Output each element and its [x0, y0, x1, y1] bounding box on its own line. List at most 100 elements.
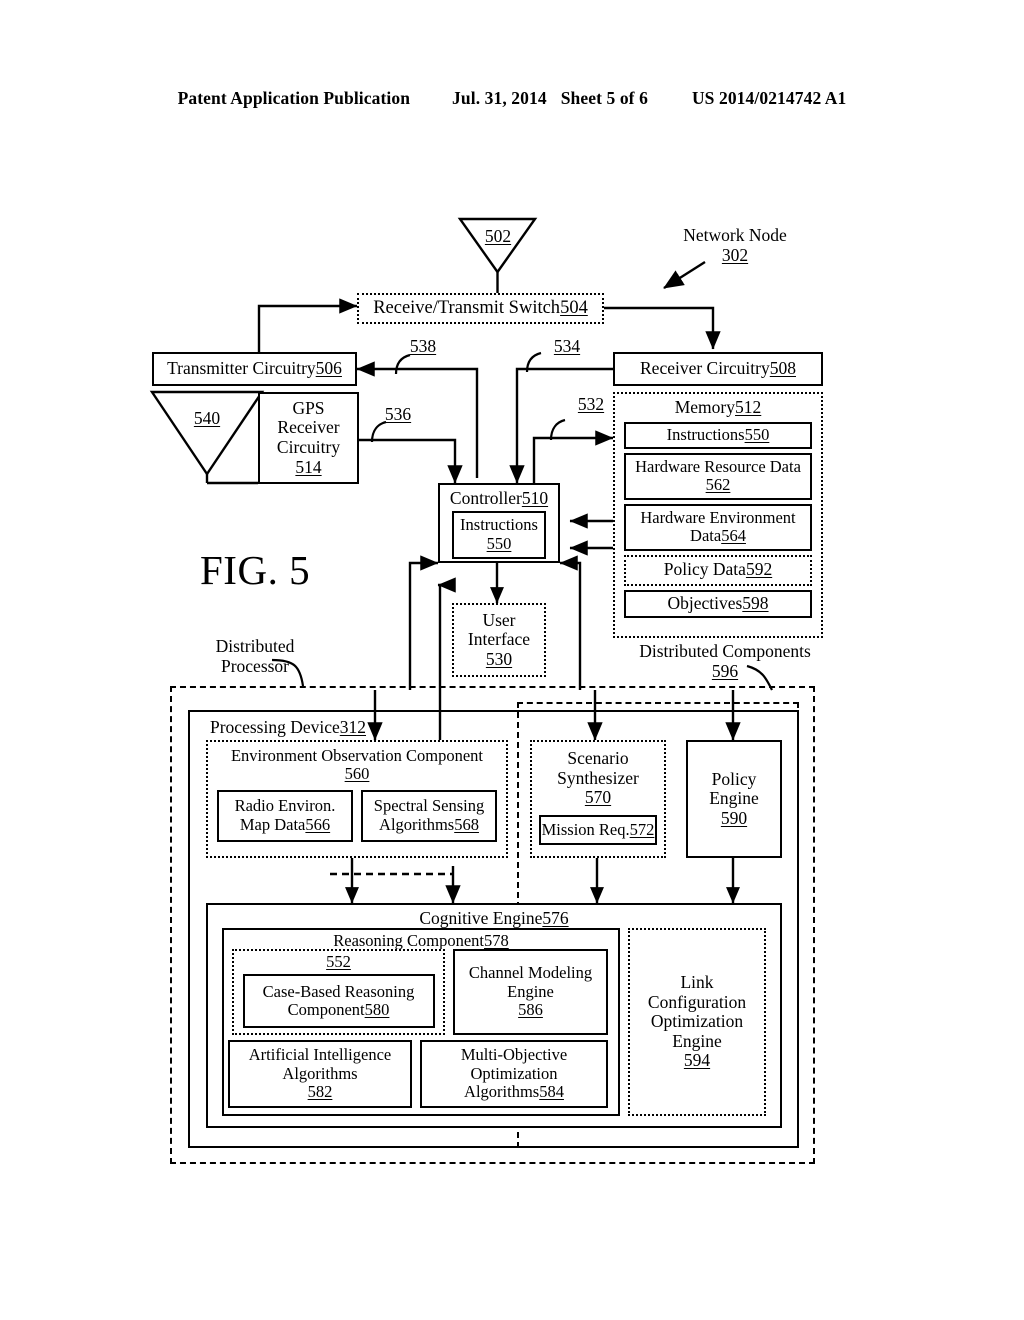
- radio-env-ref: 566: [305, 814, 331, 834]
- ai-ref: 582: [307, 1082, 333, 1102]
- memory-item-hardware-environment-data: Hardware Environment Data 564: [624, 503, 812, 551]
- channel-modeling-line1: Channel Modeling: [468, 963, 593, 983]
- receiver-label: Receiver Circuitry: [640, 358, 770, 379]
- memory-item-objectives-label: Objectives: [667, 592, 743, 613]
- connector-534-ref: 534: [553, 336, 581, 356]
- transmitter-ref: 506: [315, 358, 342, 379]
- eoc-title: Environment Observation Component: [230, 746, 484, 765]
- moo-label3: Algorithms: [464, 1082, 540, 1102]
- gps-line2: Receiver: [277, 417, 340, 438]
- processing-device-label: Processing Device: [210, 717, 340, 737]
- controller-instructions-block: Instructions 550: [452, 510, 546, 559]
- connector-532-ref: 532: [577, 394, 605, 414]
- transmitter-circuitry-block: Transmitter Circuitry 506: [152, 352, 357, 386]
- link-config-ref: 594: [683, 1050, 711, 1071]
- link-config-line4: Engine: [672, 1030, 722, 1051]
- controller-block: Controller 510 Instructions 550: [438, 483, 560, 563]
- reasoning-group-552-block: 552 Case-Based Reasoning Component 580: [232, 949, 445, 1035]
- ui-ref: 530: [485, 648, 513, 669]
- scenario-line1: Scenario: [567, 748, 629, 768]
- memory-title: Memory 512: [674, 397, 762, 418]
- channel-modeling-line2: Engine: [507, 981, 554, 1001]
- antenna-502-ref: 502: [484, 226, 512, 246]
- link-config-line2: Configuration: [647, 991, 747, 1012]
- case-based-line2: Component 580: [287, 1000, 390, 1020]
- scenario-line2: Synthesizer: [557, 767, 639, 788]
- network-node-callout: Network Node 302: [640, 225, 830, 265]
- artificial-intelligence-algorithms-block: Artificial Intelligence Algorithms 582: [228, 1040, 412, 1108]
- processing-device-title: Processing Device 312: [210, 717, 367, 738]
- channel-modeling-ref: 586: [518, 1000, 543, 1020]
- processing-device-ref: 312: [339, 717, 367, 737]
- moo-ref: 584: [539, 1082, 564, 1102]
- switch-label: Receive/Transmit Switch: [373, 298, 561, 319]
- spectral-line1: Spectral Sensing: [373, 796, 485, 816]
- receiver-ref: 508: [769, 358, 796, 379]
- memory-title-ref: 512: [735, 397, 762, 417]
- cognitive-engine-ref: 576: [542, 908, 569, 928]
- memory-item-objectives-ref: 598: [742, 592, 769, 613]
- switch-ref: 504: [560, 298, 588, 319]
- controller-ref: 510: [521, 488, 549, 508]
- policy-engine-ref: 590: [720, 807, 748, 828]
- memory-item-objectives: Objectives 598: [624, 589, 812, 618]
- link-config-line3: Optimization: [650, 1011, 744, 1032]
- connector-536-ref: 536: [384, 404, 412, 424]
- moo-line3: Algorithms 584: [464, 1082, 564, 1102]
- cognitive-engine-title: Cognitive Engine 576: [419, 908, 569, 929]
- memory-item-hed-label2: Data: [690, 526, 722, 546]
- environment-observation-component-block: Environment Observation Component 560 Ra…: [206, 740, 508, 858]
- distributed-processor-line1: Distributed: [215, 636, 295, 656]
- gps-line3: Circuitry: [276, 437, 341, 457]
- eoc-ref: 560: [344, 764, 370, 784]
- radio-env-line2: Map Data 566: [239, 814, 331, 834]
- distributed-components-label: Distributed Components: [639, 641, 811, 661]
- ai-line2: Algorithms: [282, 1063, 358, 1083]
- scenario-ref: 570: [584, 787, 612, 808]
- scenario-synthesizer-block: Scenario Synthesizer 570 Mission Req. 57…: [530, 740, 666, 858]
- receive-transmit-switch-block: Receive/Transmit Switch 504: [357, 293, 604, 324]
- spectral-sensing-algorithms-block: Spectral Sensing Algorithms 568: [361, 789, 497, 842]
- mission-req-block: Mission Req. 572: [539, 814, 657, 845]
- moo-line2: Optimization: [470, 1063, 558, 1083]
- memory-item-policy-ref: 592: [745, 559, 773, 580]
- memory-title-label: Memory: [674, 397, 736, 417]
- distributed-processor-callout: Distributed Processor: [190, 636, 320, 676]
- gps-ref: 514: [295, 456, 322, 477]
- spectral-label2: Algorithms: [379, 814, 455, 834]
- link-configuration-optimization-engine-block: Link Configuration Optimization Engine 5…: [628, 928, 766, 1116]
- transmitter-label: Transmitter Circuitry: [167, 358, 316, 379]
- mission-req-ref: 572: [629, 819, 655, 839]
- memory-item-instructions: Instructions 550: [624, 421, 812, 449]
- radio-env-line1: Radio Environ.: [234, 796, 336, 816]
- memory-item-hardware-resource-data: Hardware Resource Data 562: [624, 452, 812, 500]
- controller-label: Controller: [449, 488, 522, 508]
- policy-engine-block: Policy Engine 590: [686, 740, 782, 858]
- case-based-line1: Case-Based Reasoning: [262, 982, 415, 1001]
- ui-line1: User: [482, 609, 516, 630]
- distributed-processor-line2: Processor: [220, 656, 290, 677]
- radio-env-label2: Map Data: [239, 814, 306, 834]
- memory-item-policy-data: Policy Data 592: [624, 554, 812, 586]
- memory-item-policy-label: Policy Data: [663, 559, 746, 580]
- memory-item-hrd-ref: 562: [705, 475, 731, 495]
- spectral-line2: Algorithms 568: [379, 814, 479, 834]
- case-based-label2: Component: [287, 1000, 365, 1020]
- receiver-circuitry-block: Receiver Circuitry 508: [613, 352, 823, 386]
- eoc-children: Radio Environ. Map Data 566 Spectral Sen…: [217, 789, 497, 842]
- reasoning-component-ref: 578: [484, 931, 509, 950]
- user-interface-block: User Interface 530: [452, 603, 546, 677]
- controller-instructions-ref: 550: [486, 533, 512, 553]
- memory-item-hed-line1: Hardware Environment: [640, 507, 796, 527]
- antenna-540-ref: 540: [193, 408, 221, 428]
- memory-item-hed-ref: 564: [721, 526, 746, 546]
- cognitive-engine-label: Cognitive Engine: [419, 908, 543, 928]
- radio-environ-map-data-block: Radio Environ. Map Data 566: [217, 789, 353, 842]
- controller-instructions-label: Instructions: [460, 515, 538, 535]
- distributed-components-callout: Distributed Components 596: [617, 641, 833, 681]
- reasoning-component-title: Reasoning Component 578: [333, 931, 509, 950]
- controller-title: Controller 510: [449, 488, 549, 509]
- gps-line1: GPS: [292, 397, 325, 418]
- memory-item-hed-line2: Data 564: [690, 526, 746, 546]
- ui-line2: Interface: [467, 629, 531, 650]
